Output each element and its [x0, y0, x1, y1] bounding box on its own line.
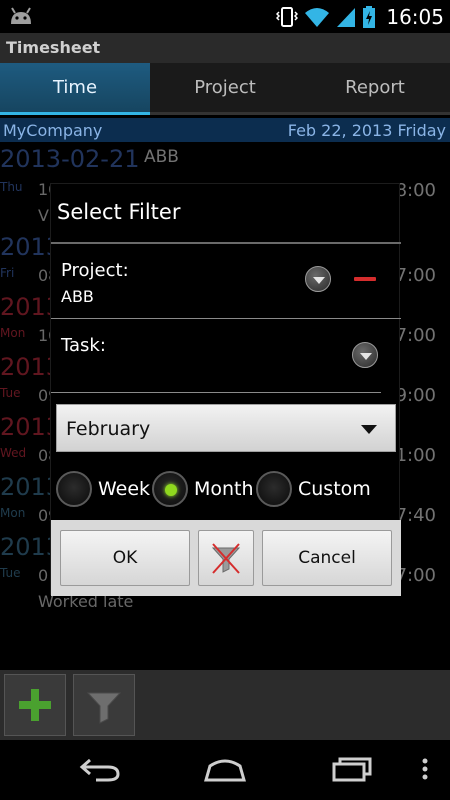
dialog-title-divider	[51, 242, 401, 244]
radio-month-label: Month	[194, 478, 254, 500]
project-label: Project:	[61, 260, 129, 281]
task-dropdown-button[interactable]	[352, 342, 378, 368]
task-label: Task:	[61, 335, 106, 356]
signal-icon	[337, 7, 356, 27]
tab-time[interactable]: Time	[0, 63, 150, 115]
ok-button[interactable]: OK	[60, 530, 190, 586]
vibrate-icon	[276, 6, 299, 27]
cancel-button[interactable]: Cancel	[262, 530, 392, 586]
project-value[interactable]: ABB	[61, 287, 94, 306]
radio-custom[interactable]: Custom	[256, 469, 371, 509]
filter-icon	[86, 692, 122, 724]
project-field-line	[51, 318, 401, 319]
period-value: February	[66, 418, 151, 440]
period-spinner[interactable]: February	[56, 404, 396, 452]
timesheet-screen: 16:05 Timesheet Time Project Report MyCo…	[0, 0, 450, 800]
back-icon[interactable]	[78, 754, 122, 784]
app-title-bar: Timesheet	[0, 33, 450, 63]
project-clear-button[interactable]	[354, 277, 376, 281]
tab-project[interactable]: Project	[150, 63, 300, 115]
android-notification-icon	[11, 7, 31, 24]
radio-button-checked-icon	[152, 471, 188, 507]
radio-button-icon	[256, 471, 292, 507]
recent-apps-icon[interactable]	[330, 754, 374, 784]
tab-report[interactable]: Report	[300, 63, 450, 115]
dialog-title: Select Filter	[57, 200, 181, 224]
filter-clear-icon	[211, 543, 241, 574]
home-icon[interactable]	[202, 754, 248, 784]
company-name: MyCompany	[3, 121, 103, 140]
bottom-toolbar	[0, 670, 450, 740]
status-bar: 16:05	[0, 0, 450, 33]
status-clock: 16:05	[386, 4, 444, 29]
battery-charging-icon	[363, 5, 376, 28]
dropdown-arrow-icon	[361, 425, 377, 434]
plus-icon	[19, 689, 51, 721]
radio-button-icon	[56, 471, 92, 507]
wifi-icon	[305, 7, 330, 27]
dialog-button-bar: OK Cancel	[51, 520, 401, 596]
add-entry-button[interactable]	[4, 674, 66, 736]
radio-month[interactable]: Month	[152, 469, 254, 509]
current-date: Feb 22, 2013 Friday	[287, 121, 446, 140]
navigation-bar	[0, 740, 450, 800]
radio-custom-label: Custom	[298, 478, 371, 500]
radio-week-label: Week	[98, 478, 151, 500]
app-title: Timesheet	[6, 38, 101, 57]
project-dropdown-button[interactable]	[305, 266, 331, 292]
task-field-line	[51, 392, 381, 393]
radio-week[interactable]: Week	[56, 469, 150, 509]
select-filter-dialog: Select Filter Project: ABB Task: Februar…	[50, 183, 401, 596]
clear-filter-button[interactable]	[198, 530, 254, 586]
overflow-menu-icon[interactable]	[418, 754, 432, 784]
tab-bar: Time Project Report	[0, 63, 450, 115]
company-bar: MyCompany Feb 22, 2013 Friday	[0, 118, 450, 142]
filter-button[interactable]	[73, 674, 135, 736]
